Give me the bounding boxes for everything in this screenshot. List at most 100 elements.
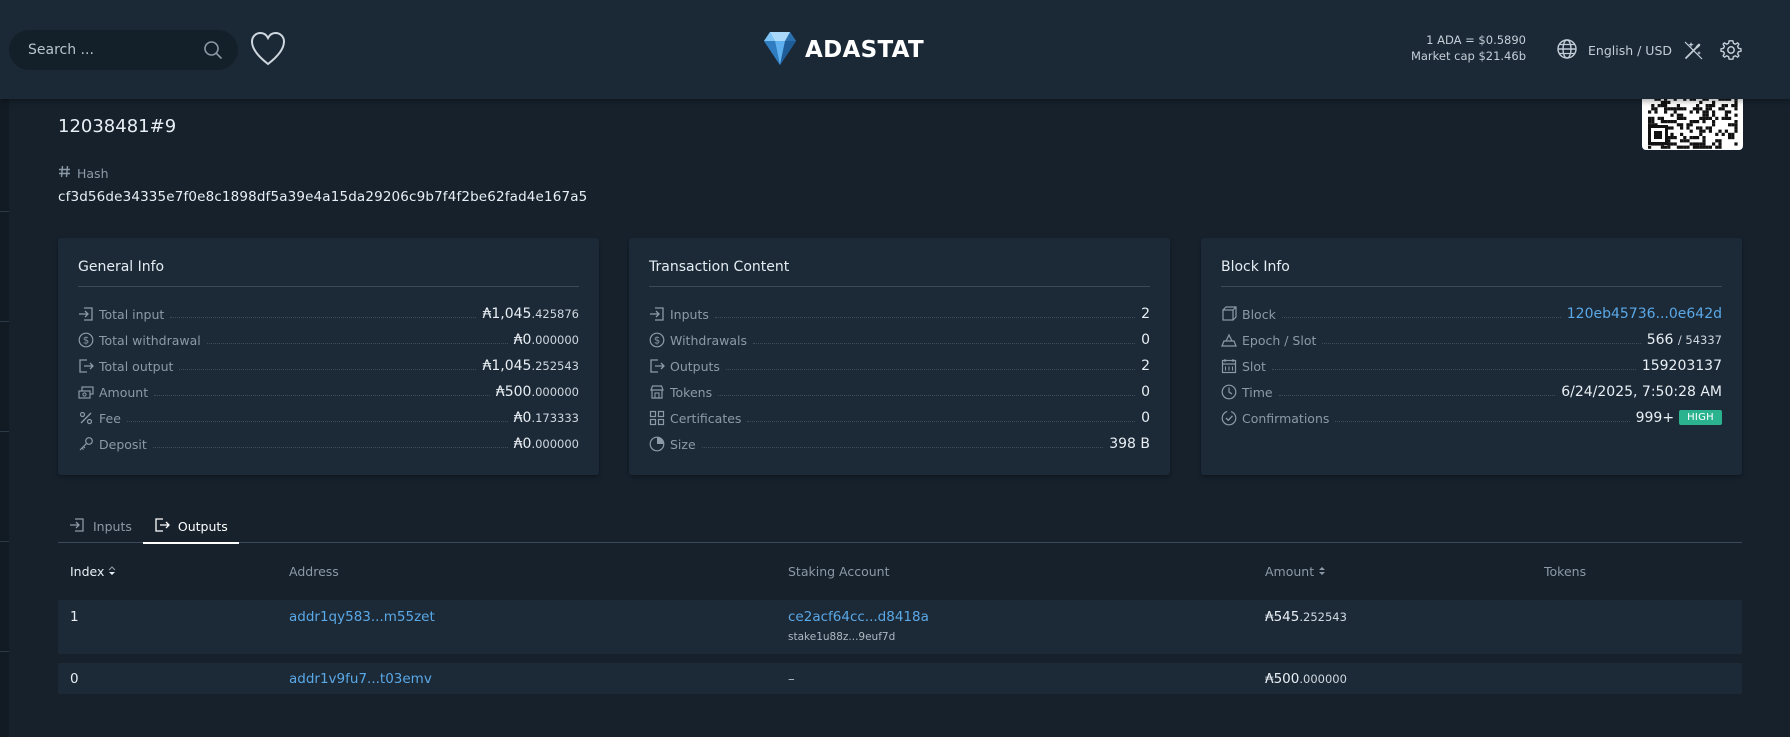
value-main: ₳0 — [513, 410, 532, 426]
row-value: ₳1,045.425876 — [482, 306, 579, 322]
dollar-circle-icon: $ — [78, 332, 94, 348]
confirmations-row: Confirmations 999+ HIGH — [1221, 405, 1722, 431]
svg-text:$: $ — [83, 336, 89, 347]
settings-gear-icon[interactable] — [1720, 39, 1742, 61]
fee-row: Fee ₳0.173333 — [78, 405, 579, 431]
row-label: Withdrawals — [670, 332, 747, 348]
gutter-divider — [0, 431, 9, 432]
row-label: Size — [670, 436, 696, 452]
hash-icon — [58, 165, 71, 181]
svg-text:$: $ — [654, 336, 660, 347]
dotted-leader — [1271, 368, 1636, 370]
sort-icon — [1318, 564, 1326, 579]
value-decimals: .000000 — [531, 333, 579, 347]
row-label: Block — [1242, 306, 1276, 322]
hash-label-text: Hash — [77, 165, 109, 181]
row-value: 0 — [1141, 332, 1150, 348]
search-box[interactable] — [9, 30, 238, 70]
card-title: Transaction Content — [649, 259, 1150, 287]
dotted-leader — [701, 446, 1104, 448]
block-hash-link[interactable]: 120eb45736...0e642d — [1567, 306, 1722, 322]
ada-price-info: 1 ADA = $0.5890 Market cap $21.46b — [1411, 32, 1526, 64]
total-output-row: Total output ₳1,045.252543 — [78, 353, 579, 379]
check-circle-icon — [1221, 410, 1237, 426]
row-value: ₳0.000000 — [514, 332, 579, 348]
tab-outputs[interactable]: Outputs — [142, 510, 239, 544]
value-decimals: .173333 — [531, 411, 579, 425]
epoch-slot-row: Epoch / Slot 566 / 54337 — [1221, 327, 1722, 353]
card-title: General Info — [78, 259, 579, 287]
dotted-leader — [1335, 420, 1630, 422]
value-main: ₳1,045 — [482, 358, 532, 374]
row-label: Slot — [1242, 358, 1266, 374]
dotted-leader — [747, 420, 1136, 422]
address-link[interactable]: addr1v9fu7...t03emv — [289, 671, 432, 687]
row-value: ₳500.000000 — [496, 384, 579, 400]
row-value: ₳0.000000 — [514, 436, 579, 452]
slot-row: Slot 159203137 — [1221, 353, 1722, 379]
dotted-leader — [1322, 342, 1641, 344]
gutter-divider — [0, 321, 9, 322]
value-decimals: .252543 — [531, 359, 579, 373]
epoch-number[interactable]: 566 — [1647, 332, 1674, 348]
key-icon — [78, 436, 94, 452]
brand-logo[interactable]: ADASTAT — [763, 31, 924, 69]
dotted-leader — [152, 446, 508, 448]
table-row: 1 addr1qy583...m55zet ce2acf64cc...d8418… — [58, 600, 1742, 654]
tab-label: Inputs — [93, 519, 132, 534]
epoch-slot: / 54337 — [1677, 333, 1722, 347]
dotted-leader — [206, 342, 508, 344]
value-main: ₳0 — [513, 332, 532, 348]
diamond-logo-icon — [763, 30, 797, 70]
row-value: 566 / 54337 — [1647, 332, 1722, 348]
confirmations-count: 999+ — [1635, 410, 1675, 426]
dotted-leader — [752, 342, 1136, 344]
value-main: ₳0 — [513, 436, 532, 452]
language-label: English / USD — [1588, 43, 1673, 58]
total-withdrawal-row: $ Total withdrawal ₳0.000000 — [78, 327, 579, 353]
row-label: Inputs — [670, 306, 709, 322]
hourglass-icon — [1221, 332, 1237, 348]
block-row: Block 120eb45736...0e642d — [1221, 301, 1722, 327]
dollar-circle-icon: $ — [649, 332, 665, 348]
market-cap: Market cap $21.46b — [1410, 49, 1526, 63]
column-label: Staking Account — [788, 564, 890, 579]
time-row: Time 6/24/2025, 7:50:28 AM — [1221, 379, 1722, 405]
dotted-leader — [1281, 316, 1561, 318]
clock-icon — [1221, 384, 1237, 400]
grid-icon — [649, 410, 665, 426]
amount-value: ₳500.000000 — [1265, 671, 1347, 687]
dotted-leader — [714, 316, 1136, 318]
language-currency-selector[interactable]: English / USD — [1556, 38, 1672, 63]
column-index[interactable]: Index — [70, 564, 116, 579]
row-index: 1 — [70, 609, 79, 625]
row-value: 2 — [1141, 306, 1150, 322]
total-input-row: Total input ₳1,045.425876 — [78, 301, 579, 327]
percent-icon — [78, 410, 94, 426]
staking-account-link[interactable]: ce2acf64cc...d8418a — [788, 609, 929, 625]
address-link[interactable]: addr1qy583...m55zet — [289, 609, 435, 625]
brand-name: ADASTAT — [805, 37, 924, 63]
search-icon[interactable] — [202, 39, 224, 61]
certificates-row: Certificates 0 — [649, 405, 1150, 431]
transaction-hash[interactable]: cf3d56de34335e7f0e8c1898df5a39e4a15da292… — [58, 189, 587, 205]
deposit-row: Deposit ₳0.000000 — [78, 431, 579, 457]
row-value: 6/24/2025, 7:50:28 AM — [1561, 384, 1722, 400]
value-decimals: .000000 — [531, 437, 579, 451]
qr-code[interactable] — [1642, 92, 1743, 150]
tab-label: Outputs — [177, 519, 228, 534]
dotted-leader — [1278, 394, 1556, 396]
tab-inputs[interactable]: Inputs — [58, 510, 143, 543]
amount-row: Amount ₳500.000000 — [78, 379, 579, 405]
column-amount[interactable]: Amount — [1265, 564, 1326, 579]
store-icon — [649, 384, 665, 400]
tokens-row: Tokens 0 — [649, 379, 1150, 405]
value-decimals: .000000 — [1299, 672, 1347, 686]
favorite-heart-icon[interactable] — [249, 30, 287, 68]
dotted-leader — [718, 394, 1136, 396]
hash-label: Hash — [58, 165, 109, 181]
size-row: Size 398 B — [649, 431, 1150, 457]
row-label: Outputs — [670, 358, 720, 374]
theme-toggle-icon[interactable] — [1682, 39, 1704, 61]
search-input[interactable] — [28, 42, 202, 58]
